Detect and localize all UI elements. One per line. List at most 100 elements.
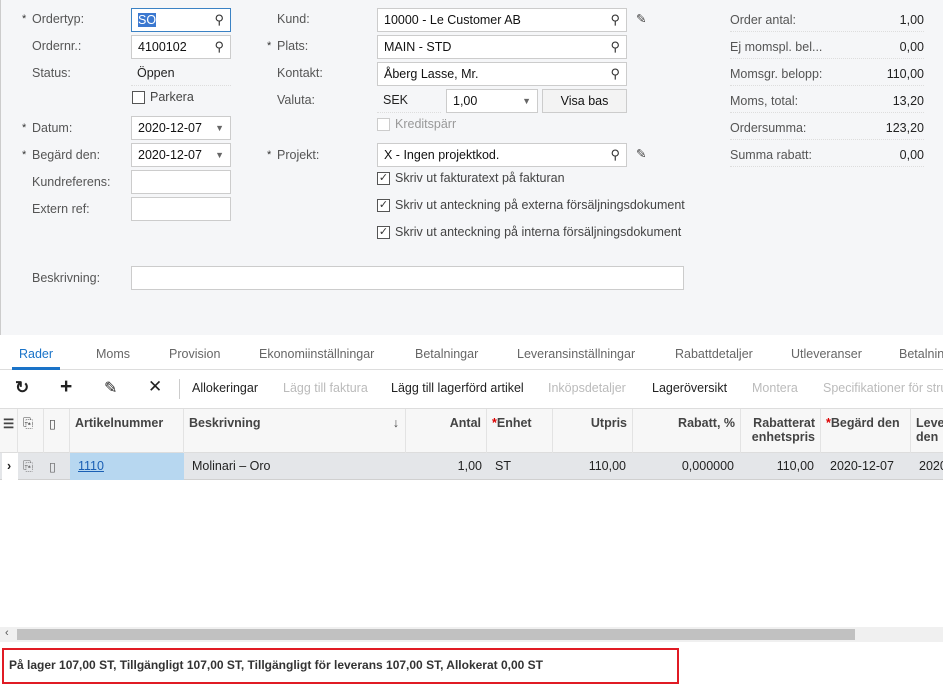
begard-label: * Begärd den: <box>22 148 101 162</box>
col-beskrivning[interactable]: Beskrivning ↓ <box>184 409 406 453</box>
datum-input[interactable]: 2020-12-07 ▼ <box>131 116 231 140</box>
tab-rabattdetaljer[interactable]: Rabattdetaljer <box>675 340 753 370</box>
kundreferens-input[interactable] <box>131 170 231 194</box>
status-label: Status: <box>32 66 71 80</box>
search-icon[interactable]: ⚲ <box>214 39 224 55</box>
tab-betalningar-2[interactable]: Betalningar <box>899 340 943 370</box>
search-icon[interactable]: ⚲ <box>610 147 620 163</box>
col-begard-den[interactable]: *Begärd den <box>821 409 911 453</box>
tab-provision[interactable]: Provision <box>169 340 220 370</box>
scrollbar-thumb[interactable] <box>17 629 855 640</box>
refresh-icon[interactable]: ↻ <box>15 378 29 398</box>
summary-moms-total: Moms, total: 13,20 <box>730 89 924 113</box>
valuta-value: SEK <box>377 89 441 113</box>
checkmark-icon: ✓ <box>377 198 390 212</box>
allokeringar-button[interactable]: Allokeringar <box>192 381 258 395</box>
specifikationer-button[interactable]: Specifikationer för struktur <box>823 381 943 395</box>
col-antal[interactable]: Antal <box>406 409 487 453</box>
extern-anteckning-checkbox[interactable]: ✓ Skriv ut anteckning på externa försäljn… <box>377 198 685 212</box>
col-artikelnummer[interactable]: Artikelnummer <box>70 409 184 453</box>
checkbox-icon <box>132 90 145 104</box>
beskrivning-cell[interactable]: Molinari – Oro <box>184 453 406 480</box>
tab-rader[interactable]: Rader <box>12 340 60 370</box>
ordertyp-input[interactable]: SO ⚲ <box>131 8 231 32</box>
tab-betalningar[interactable]: Betalningar <box>415 340 478 370</box>
plats-label: * Plats: <box>267 39 309 53</box>
begard-cell[interactable]: 2020-12-07 <box>825 453 911 480</box>
begard-input[interactable]: 2020-12-07 ▼ <box>131 143 231 167</box>
grid-header: ☰ ⎘ ▯ Artikelnummer Beskrivning ↓ Antal *… <box>0 408 943 453</box>
note-icon[interactable]: ▯ <box>44 453 70 480</box>
projekt-label: * Projekt: <box>267 148 320 162</box>
attachment-icon[interactable]: ⎘ <box>18 453 44 480</box>
kund-input[interactable]: 10000 - Le Customer AB ⚲ <box>377 8 627 32</box>
search-icon[interactable]: ⚲ <box>214 12 224 28</box>
chevron-down-icon[interactable]: ▼ <box>215 123 224 133</box>
search-icon[interactable]: ⚲ <box>610 66 620 82</box>
search-icon[interactable]: ⚲ <box>610 12 620 28</box>
inventory-status-bar: På lager 107,00 ST, Tillgängligt 107,00 … <box>2 648 679 684</box>
enhet-cell[interactable]: ST <box>490 453 553 480</box>
kund-label: Kund: <box>277 12 310 26</box>
sort-desc-icon: ↓ <box>392 416 399 430</box>
edit-pencil-icon[interactable]: ✎ <box>636 11 646 26</box>
visa-bas-button[interactable]: Visa bas <box>542 89 627 113</box>
leverans-cell[interactable]: 2020-12-07 <box>914 453 943 480</box>
lageroversikt-button[interactable]: Lageröversikt <box>652 381 727 395</box>
chevron-down-icon[interactable]: ▼ <box>215 150 224 160</box>
montera-button[interactable]: Montera <box>752 381 798 395</box>
artikel-link[interactable]: 1110 <box>78 459 104 473</box>
lagg-till-faktura-button[interactable]: Lägg till faktura <box>283 381 368 395</box>
valuta-rate-select[interactable]: 1,00 ▼ <box>446 89 538 113</box>
edit-icon[interactable]: ✎ <box>104 378 117 398</box>
edit-pencil-icon[interactable]: ✎ <box>636 146 646 161</box>
tab-bar: Rader Moms Provision Ekonomiinställninga… <box>0 340 943 370</box>
summary-order-antal: Order antal: 1,00 <box>730 8 924 32</box>
col-leverans-den[interactable]: Leverans den <box>911 409 943 453</box>
antal-cell[interactable]: 1,00 <box>406 453 487 480</box>
scroll-left-icon[interactable]: ‹ <box>5 627 9 639</box>
externref-input[interactable] <box>131 197 231 221</box>
table-row[interactable]: › ⎘ ▯ 1110 Molinari – Oro 1,00 ST 110,00… <box>0 453 943 480</box>
artikelnummer-cell[interactable]: 1110 <box>70 453 184 480</box>
kreditsparr-checkbox[interactable]: Kreditspärr <box>377 117 456 131</box>
col-rabatterat-enhetspris[interactable]: Rabatterat enhetspris <box>741 409 821 453</box>
beskrivning-input[interactable] <box>131 266 684 290</box>
summary-summa-rabatt: Summa rabatt: 0,00 <box>730 143 924 167</box>
rabatterat-pris-cell[interactable]: 110,00 <box>741 453 819 480</box>
col-rabatt[interactable]: Rabatt, % <box>633 409 741 453</box>
plats-input[interactable]: MAIN - STD ⚲ <box>377 35 627 59</box>
inkopsdetaljer-button[interactable]: Inköpsdetaljer <box>548 381 626 395</box>
checkbox-icon <box>377 117 390 131</box>
tab-utleveranser[interactable]: Utleveranser <box>791 340 862 370</box>
order-header-form: * Ordertyp: SO ⚲ Ordernr.: 4100102 ⚲ Status… <box>0 0 943 335</box>
attachment-icon: ⎘ <box>18 409 44 453</box>
parkera-checkbox[interactable]: Parkera <box>132 90 194 104</box>
col-utpris[interactable]: Utpris <box>553 409 633 453</box>
projekt-input[interactable]: X - Ingen projektkod. ⚲ <box>377 143 627 167</box>
add-icon[interactable]: + <box>60 375 72 399</box>
horizontal-scrollbar[interactable]: ‹ <box>0 627 943 642</box>
tab-ekonomiinstallningar[interactable]: Ekonomiinställningar <box>259 340 374 370</box>
search-icon[interactable]: ⚲ <box>610 39 620 55</box>
intern-anteckning-checkbox[interactable]: ✓ Skriv ut anteckning på interna försäljn… <box>377 225 681 239</box>
lagg-till-lagerford-artikel-button[interactable]: Lägg till lagerförd artikel <box>391 381 524 395</box>
summary-ej-momspl: Ej momspl. bel... 0,00 <box>730 35 924 59</box>
checkmark-icon: ✓ <box>377 171 390 185</box>
ordernr-input[interactable]: 4100102 ⚲ <box>131 35 231 59</box>
row-selector-chevron-icon[interactable]: › <box>2 453 18 480</box>
kontakt-input[interactable]: Åberg Lasse, Mr. ⚲ <box>377 62 627 86</box>
summary-momsgr-belopp: Momsgr. belopp: 110,00 <box>730 62 924 86</box>
rabatt-cell[interactable]: 0,000000 <box>633 453 739 480</box>
row-settings-icon[interactable]: ☰ <box>0 409 18 453</box>
status-value: Öppen <box>131 62 231 86</box>
tab-leveransinstallningar[interactable]: Leveransinställningar <box>517 340 635 370</box>
fakturatext-checkbox[interactable]: ✓ Skriv ut fakturatext på fakturan <box>377 171 565 185</box>
delete-icon[interactable]: ✕ <box>148 377 162 397</box>
tab-moms[interactable]: Moms <box>96 340 130 370</box>
col-enhet[interactable]: *Enhet <box>487 409 553 453</box>
utpris-cell[interactable]: 110,00 <box>553 453 631 480</box>
beskrivning-label: Beskrivning: <box>32 271 101 285</box>
kundreferens-label: Kundreferens: <box>32 175 111 189</box>
checkmark-icon: ✓ <box>377 225 390 239</box>
